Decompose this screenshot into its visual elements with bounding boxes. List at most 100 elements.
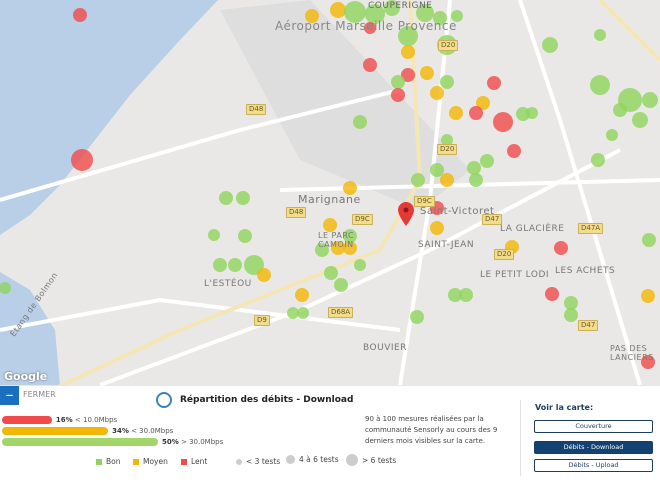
measurement-dot-bon[interactable]: [411, 173, 425, 187]
bar-slow: [2, 416, 52, 424]
road-d48-shield: D48: [286, 207, 307, 218]
close-label[interactable]: FERMER: [23, 390, 56, 399]
green-square-icon: [96, 458, 102, 465]
road-d20-shield: D20: [437, 144, 458, 155]
measurement-dot-bon[interactable]: [236, 191, 250, 205]
measurement-dot-moyen[interactable]: [295, 288, 309, 302]
measurement-dot-bon[interactable]: [591, 153, 605, 167]
measurement-dot-bon[interactable]: [353, 115, 367, 129]
measurement-dot-bon[interactable]: [324, 266, 338, 280]
stats-panel: – FERMER Répartition des débits - Downlo…: [0, 386, 660, 486]
legend-large: > 6 tests: [346, 454, 396, 466]
measurement-dot-bon[interactable]: [606, 129, 618, 141]
les-achets-label: LES ACHETS: [555, 266, 616, 276]
measurement-dot-bon[interactable]: [564, 296, 578, 310]
divider: [520, 400, 521, 476]
bar-medium: [2, 427, 109, 435]
couperigne-label: COUPERIGNE: [368, 1, 433, 11]
measurement-dot-bon[interactable]: [642, 233, 656, 247]
measurement-dot-moyen[interactable]: [330, 2, 346, 18]
measurement-dot-bon[interactable]: [219, 191, 233, 205]
measurement-dot-bon[interactable]: [391, 75, 405, 89]
measurement-dot-lent[interactable]: [363, 58, 377, 72]
measurement-dot-lent[interactable]: [391, 88, 405, 102]
measurement-dot-moyen[interactable]: [449, 106, 463, 120]
road-d20-shield: D20: [438, 40, 459, 51]
measurement-dot-bon[interactable]: [613, 103, 627, 117]
speedometer-icon: [156, 392, 172, 408]
bar-fast-label: 50% > 30.0Mbps: [162, 438, 224, 446]
measurement-dot-bon[interactable]: [430, 163, 444, 177]
map[interactable]: Aéroport Marseille Provence COUPERIGNE M…: [0, 0, 660, 386]
road-d9c-shield: D9C: [352, 214, 373, 225]
description: 90 à 100 mesures réalisées par la commun…: [365, 415, 498, 445]
measurement-dot-lent[interactable]: [73, 8, 87, 22]
road-d20-shield: D20: [494, 249, 515, 260]
measurement-dot-bon[interactable]: [459, 288, 473, 302]
measurement-dot-moyen[interactable]: [440, 173, 454, 187]
measurement-dot-bon[interactable]: [213, 258, 227, 272]
la-glaciere-label: LA GLACIÈRE: [500, 224, 565, 234]
measurement-dot-lent[interactable]: [487, 76, 501, 90]
airport-label: Aéroport Marseille Provence: [275, 19, 457, 33]
road-d9c-shield: D9C: [414, 196, 435, 207]
measurement-dot-moyen[interactable]: [430, 86, 444, 100]
measurement-dot-lent[interactable]: [493, 112, 513, 132]
measurement-dot-bon[interactable]: [410, 310, 424, 324]
measurement-dot-bon[interactable]: [467, 161, 481, 175]
measurement-dot-lent[interactable]: [554, 241, 568, 255]
measurement-dot-bon[interactable]: [594, 29, 606, 41]
road-d48-shield: D48: [246, 104, 267, 115]
measurement-dot-moyen[interactable]: [641, 289, 655, 303]
measurement-dot-bon[interactable]: [480, 154, 494, 168]
legend-lent: Lent: [181, 457, 207, 466]
measurement-dot-moyen[interactable]: [401, 45, 415, 59]
bouvier-label: BOUVIER: [363, 343, 407, 353]
measurement-dot-lent[interactable]: [507, 144, 521, 158]
measurement-dot-bon[interactable]: [334, 278, 348, 292]
measurement-dot-bon[interactable]: [469, 173, 483, 187]
measurement-dot-bon[interactable]: [354, 259, 366, 271]
road-d68a-shield: D68A: [328, 307, 354, 318]
panel-title: Répartition des débits - Download: [180, 395, 354, 405]
measurement-dot-bon[interactable]: [590, 75, 610, 95]
measurement-dot-lent[interactable]: [71, 149, 93, 171]
le-petit-lodi-label: LE PETIT LODI: [480, 270, 550, 280]
legend-moyen: Moyen: [133, 457, 168, 466]
measurement-dot-bon[interactable]: [526, 107, 538, 119]
pas-des-lanciers-label: PAS DES LANCIERS: [610, 344, 654, 362]
bar-fast: [2, 438, 158, 446]
measurement-dot-bon[interactable]: [564, 308, 578, 322]
location-pin-icon[interactable]: [398, 202, 414, 226]
close-button[interactable]: –: [0, 386, 19, 405]
measurement-dot-lent[interactable]: [469, 106, 483, 120]
measurement-dot-bon[interactable]: [238, 229, 252, 243]
measurement-dot-bon[interactable]: [642, 92, 658, 108]
road-d47-shield: D47: [578, 320, 599, 331]
measurement-dot-bon[interactable]: [297, 307, 309, 319]
measurement-dot-moyen[interactable]: [430, 221, 444, 235]
legend-small: < 3 tests: [236, 457, 280, 466]
couverture-button[interactable]: Couverture: [534, 420, 653, 433]
measurement-dot-moyen[interactable]: [323, 218, 337, 232]
measurement-dot-moyen[interactable]: [420, 66, 434, 80]
google-logo: Google: [4, 370, 48, 383]
download-button[interactable]: Débits - Download: [534, 441, 653, 454]
measurement-dot-bon[interactable]: [440, 75, 454, 89]
small-circle-icon: [236, 458, 242, 465]
measurement-dot-bon[interactable]: [208, 229, 220, 241]
measurement-dot-bon[interactable]: [542, 37, 558, 53]
saint-jean-label: SAINT-JEAN: [418, 240, 475, 250]
upload-button[interactable]: Débits - Upload: [534, 459, 653, 472]
measurement-dot-bon[interactable]: [632, 112, 648, 128]
legend-bon: Bon: [96, 457, 121, 466]
voir-label: Voir la carte:: [535, 403, 594, 412]
measurement-dot-moyen[interactable]: [257, 268, 271, 282]
bar-slow-label: 16% < 10.0Mbps: [55, 416, 118, 424]
le-parc-camoin-label: LE PARC CAMOIN: [318, 231, 355, 249]
measurement-dot-bon[interactable]: [228, 258, 242, 272]
red-square-icon: [181, 458, 187, 465]
yellow-square-icon: [133, 458, 139, 465]
bar-medium-label: 34% < 30.0Mbps: [112, 427, 174, 435]
measurement-dot-lent[interactable]: [545, 287, 559, 301]
